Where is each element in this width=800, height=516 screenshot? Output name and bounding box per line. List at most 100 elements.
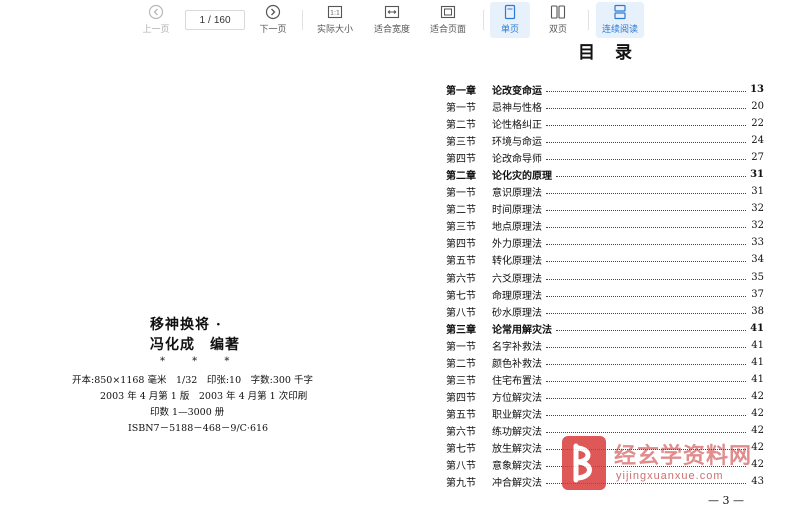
- print-run-info: 印数 1—3000 册: [150, 407, 225, 418]
- chevron-left-icon: [148, 4, 164, 20]
- toc-entry-title: 地点原理法: [492, 222, 542, 234]
- toc-dot-leader: [546, 346, 746, 348]
- toc-section-row: 第三节 住宅布置法 41: [446, 371, 764, 388]
- toc-page-number: 22: [751, 118, 764, 130]
- fit-width-button[interactable]: 适合宽度: [362, 2, 422, 38]
- toc-dot-leader: [556, 329, 746, 331]
- toc-entry-title: 名字补救法: [492, 341, 542, 353]
- toc-entry-title: 环境与命运: [492, 137, 542, 149]
- toc-section-number: 第七节: [446, 444, 476, 455]
- fit-page-label: 适合页面: [429, 24, 466, 34]
- toc-page-number: 31: [751, 186, 764, 198]
- fit-page-button[interactable]: 适合页面: [418, 2, 478, 38]
- actual-size-label: 实际大小: [316, 24, 353, 34]
- toc-section-row: 第一节 名字补救法 41: [446, 337, 764, 354]
- fit-width-label: 适合宽度: [373, 24, 410, 34]
- toc-entry-title: 冲合解灾法: [492, 478, 542, 490]
- toc-section-number: 第五节: [446, 409, 476, 421]
- toc-section-number: 第九节: [446, 478, 476, 490]
- toolbar-divider: [302, 10, 303, 30]
- toc-entry-title: 砂水原理法: [492, 307, 542, 319]
- single-page-button[interactable]: 单页: [490, 2, 530, 38]
- toolbar-divider: [588, 10, 589, 30]
- toc-section-row: 第八节 砂水原理法 38: [446, 303, 764, 320]
- toc-dot-leader: [546, 210, 746, 212]
- toc-section-number: 第三节: [446, 222, 476, 234]
- format-info: 开本:850×1168 毫米 1/32 印张:10 字数:300 千字: [72, 375, 313, 386]
- toc-page-number: 27: [751, 152, 764, 164]
- toc-section-row: 第七节 命理原理法 37: [446, 286, 764, 303]
- prev-page-button[interactable]: 上一页: [126, 2, 186, 38]
- toc-section-row: 第四节 外力原理法 33: [446, 234, 764, 251]
- toc-section-row: 第六节 六爻原理法 35: [446, 269, 764, 286]
- single-page-icon: [504, 4, 516, 20]
- toc-title: 目录: [578, 43, 652, 63]
- toc-section-number: 第四节: [446, 239, 476, 251]
- toc-page-number: 13: [750, 84, 764, 96]
- next-page-button[interactable]: 下一页: [243, 2, 303, 38]
- toc-section-number: 第五节: [446, 256, 476, 268]
- toc-entry-title: 六爻原理法: [492, 273, 542, 285]
- toc-entry-title: 论性格纠正: [492, 120, 542, 132]
- toc-page-number: 42: [751, 390, 764, 402]
- actual-size-icon: 1:1: [327, 5, 343, 19]
- toc-section-number: 第三章: [446, 324, 476, 336]
- toc-chapter-row: 第一章 论改变命运 13: [446, 81, 764, 98]
- toc-dot-leader: [546, 244, 746, 246]
- toc-section-row: 第四节 论改命导师 27: [446, 149, 764, 166]
- toc-dot-leader: [546, 91, 746, 93]
- toc-entry-title: 转化原理法: [492, 256, 542, 268]
- toc-section-number: 第一节: [446, 103, 476, 115]
- toc-dot-leader: [546, 125, 746, 127]
- toc-dot-leader: [546, 142, 746, 144]
- toc-section-number: 第八节: [446, 461, 476, 473]
- toc-section-row: 第二节 论性格纠正 22: [446, 115, 764, 132]
- toc-entry-title: 论改命导师: [492, 154, 542, 166]
- toc-section-number: 第六节: [446, 273, 476, 285]
- toc-section-row: 第三节 环境与命运 24: [446, 132, 764, 149]
- chevron-right-icon: [265, 4, 281, 20]
- toc-dot-leader: [556, 176, 746, 178]
- toc-entry-title: 练功解灾法: [492, 426, 542, 438]
- watermark-text: 经玄学资料网: [614, 443, 753, 468]
- watermark-url: yijingxuanxue.com: [616, 470, 724, 482]
- double-page-button[interactable]: 双页: [536, 2, 580, 38]
- fit-width-icon: [384, 5, 400, 19]
- toc-page-number: 41: [751, 356, 764, 368]
- toc-section-number: 第一章: [446, 86, 476, 98]
- watermark: 经玄学资料网 yijingxuanxue.com: [562, 436, 792, 496]
- toc-dot-leader: [546, 278, 746, 280]
- toc-entry-title: 时间原理法: [492, 205, 542, 217]
- continuous-reading-button[interactable]: 连续阅读: [596, 2, 644, 38]
- toc-page-number: 41: [750, 322, 764, 334]
- toc-dot-leader: [546, 193, 746, 195]
- actual-size-icon-text: 1:1: [330, 10, 340, 17]
- current-page: 1: [199, 14, 206, 26]
- toc-section-number: 第二章: [446, 171, 476, 183]
- toc-dot-leader: [546, 397, 746, 399]
- toc-section-row: 第三节 地点原理法 32: [446, 217, 764, 234]
- page-number-input[interactable]: 1 / 160: [185, 10, 245, 30]
- toc-section-row: 第二节 时间原理法 32: [446, 200, 764, 217]
- book-author: 冯化成 编著: [150, 337, 240, 353]
- toc-section-row: 第一节 忌神与性格 20: [446, 98, 764, 115]
- toc-page-number: 38: [751, 305, 764, 317]
- edition-info: 2003 年 4 月第 1 版 2003 年 4 月第 1 次印刷: [100, 391, 308, 402]
- book-title: 移神换将 ·: [150, 317, 222, 333]
- separator-stars: * * *: [160, 356, 242, 367]
- actual-size-button[interactable]: 1:1 实际大小: [305, 2, 365, 38]
- page-separator: /: [208, 14, 211, 26]
- watermark-logo: [562, 436, 606, 490]
- toc-chapter-row: 第三章 论常用解灾法 41: [446, 320, 764, 337]
- watermark-logo-icon: [573, 443, 592, 483]
- left-page: [0, 40, 400, 516]
- toc-dot-leader: [546, 363, 746, 365]
- double-page-icon: [550, 5, 566, 19]
- toc-page-number: 33: [751, 237, 764, 249]
- toc-page-number: 24: [751, 135, 764, 147]
- toc-dot-leader: [546, 227, 746, 229]
- viewer-toolbar: 上一页 1 / 160 下一页 1:1 实际大小 适合宽度 适合页面 单页 双页…: [0, 0, 800, 40]
- next-page-label: 下一页: [259, 24, 287, 34]
- toc-section-row: 第四节 方位解灾法 42: [446, 388, 764, 405]
- toc-dot-leader: [546, 312, 746, 314]
